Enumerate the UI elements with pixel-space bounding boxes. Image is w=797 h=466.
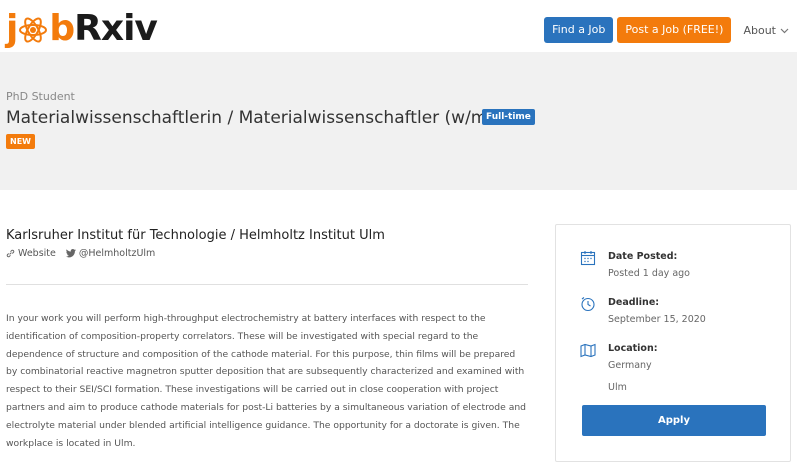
- chevron-down-icon: [780, 24, 789, 37]
- post-job-button[interactable]: Post a Job (FREE!): [617, 17, 732, 43]
- date-posted-value: Posted 1 day ago: [608, 268, 690, 279]
- calendar-icon: [580, 250, 596, 266]
- about-menu[interactable]: About: [743, 24, 789, 37]
- location-city: Ulm: [608, 382, 627, 393]
- deadline-value: September 15, 2020: [608, 314, 706, 325]
- atom-icon: [18, 15, 48, 45]
- job-type-badge: Full-time: [482, 109, 535, 125]
- website-link[interactable]: Website: [6, 248, 56, 259]
- map-icon: [580, 342, 596, 358]
- deadline-label: Deadline:: [608, 297, 660, 308]
- about-label: About: [743, 23, 776, 37]
- site-logo[interactable]: j b Rxiv: [6, 6, 158, 50]
- company-name: Karlsruher Institut für Technologie / He…: [6, 228, 385, 243]
- date-posted-label: Date Posted:: [608, 251, 678, 262]
- logo-text-rxiv: Rxiv: [74, 7, 158, 49]
- location-label: Location:: [608, 343, 658, 354]
- job-category: PhD Student: [6, 90, 75, 103]
- section-divider: [6, 284, 528, 285]
- twitter-handle: @HelmholtzUlm: [78, 248, 156, 259]
- job-overview-panel: Date Posted: Posted 1 day ago Deadline: …: [555, 224, 791, 462]
- logo-letter-b: b: [49, 7, 75, 49]
- find-job-button[interactable]: Find a Job: [544, 17, 614, 43]
- website-label: Website: [18, 248, 56, 259]
- job-hero: PhD Student Materialwissenschaftlerin / …: [0, 52, 797, 190]
- apply-button[interactable]: Apply: [582, 405, 766, 436]
- job-description: In your work you will perform high-throu…: [6, 313, 526, 449]
- twitter-icon: [65, 249, 76, 258]
- clock-icon: [580, 296, 596, 312]
- link-icon: [6, 249, 15, 258]
- twitter-link[interactable]: @HelmholtzUlm: [65, 248, 156, 259]
- location-country: Germany: [608, 360, 652, 371]
- company-links: Website @HelmholtzUlm: [6, 248, 155, 259]
- new-badge: NEW: [6, 134, 35, 149]
- logo-letter-j: j: [6, 7, 18, 49]
- main-nav: Find a Job Post a Job (FREE!) About: [544, 17, 789, 43]
- site-header: j b Rxiv Find a Job Post a Job (FREE!) A…: [0, 0, 797, 52]
- job-title: Materialwissenschaftlerin / Materialwiss…: [6, 108, 511, 128]
